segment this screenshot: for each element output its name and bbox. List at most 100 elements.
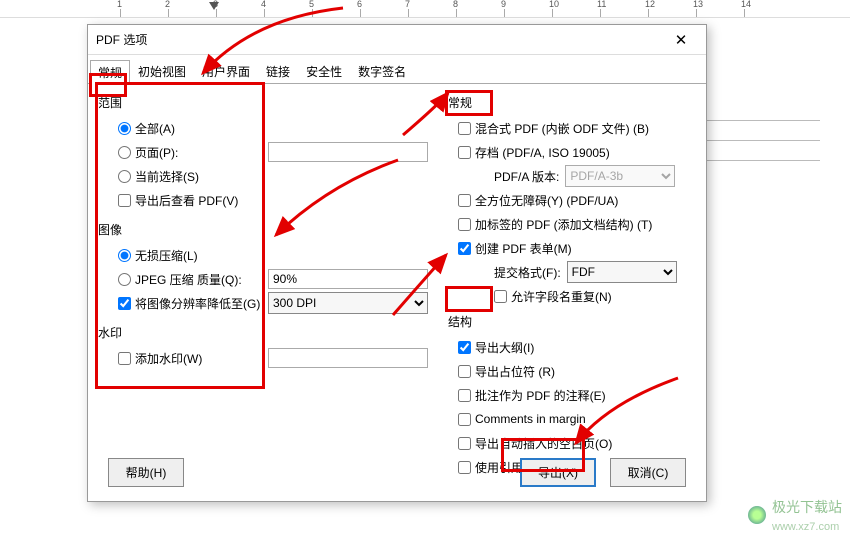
comments-in-margin-label: Comments in margin: [475, 412, 586, 426]
ruler-tick-8: 8: [453, 0, 458, 9]
hybrid-pdf-checkbox[interactable]: [458, 122, 471, 135]
annotations-as-comments-label: 批注作为 PDF 的注释(E): [475, 387, 606, 404]
export-blank-pages-checkbox[interactable]: [458, 437, 471, 450]
ruler: 1 2 3 4 5 6 7 8 9 10 11 12 13 14: [0, 0, 850, 18]
ruler-tab-icon: [209, 2, 219, 10]
ruler-tick-9: 9: [501, 0, 506, 9]
export-blank-pages-option[interactable]: 导出自动插入的空白页(O): [458, 435, 612, 452]
lossless-label: 无损压缩(L): [135, 247, 198, 264]
export-button[interactable]: 导出(X): [520, 458, 596, 487]
jpeg-quality-input[interactable]: [268, 269, 428, 289]
reduce-resolution-label: 将图像分辨率降低至(G): [135, 295, 260, 312]
cancel-button[interactable]: 取消(C): [610, 458, 686, 487]
export-outline-option[interactable]: 导出大纲(I): [458, 339, 534, 356]
create-forms-option[interactable]: 创建 PDF 表单(M): [458, 240, 572, 257]
ruler-tick-5: 5: [309, 0, 314, 9]
watermark-text-input[interactable]: [268, 348, 428, 368]
tab-user-interface[interactable]: 用户界面: [194, 59, 258, 83]
hybrid-pdf-label: 混合式 PDF (内嵌 ODF 文件) (B): [475, 120, 649, 137]
left-column: 范围 全部(A) 页面(P): 当前选择(S): [98, 90, 428, 480]
export-outline-checkbox[interactable]: [458, 341, 471, 354]
range-group-title: 范围: [98, 94, 428, 111]
jpeg-radio[interactable]: [118, 273, 131, 286]
range-all-label: 全部(A): [135, 120, 175, 137]
watermark-group-title: 水印: [98, 324, 428, 341]
ruler-tick-12: 12: [645, 0, 655, 9]
submit-format-select[interactable]: FDF: [567, 261, 677, 283]
jpeg-label: JPEG 压缩 质量(Q):: [135, 271, 242, 288]
export-placeholders-label: 导出占位符 (R): [475, 363, 555, 380]
ruler-tick-2: 2: [165, 0, 170, 9]
archive-pdfa-checkbox[interactable]: [458, 146, 471, 159]
watermark-url: www.xz7.com: [772, 521, 839, 533]
annotations-as-comments-checkbox[interactable]: [458, 389, 471, 402]
ruler-tick-7: 7: [405, 0, 410, 9]
reduce-resolution-option[interactable]: 将图像分辨率降低至(G): [118, 295, 260, 312]
pdfa-version-label: PDF/A 版本:: [494, 168, 559, 185]
tab-links[interactable]: 链接: [258, 59, 298, 83]
range-all-option[interactable]: 全部(A): [118, 120, 175, 137]
ruler-tick-13: 13: [693, 0, 703, 9]
add-watermark-option[interactable]: 添加水印(W): [118, 350, 202, 367]
range-pages-radio[interactable]: [118, 146, 131, 159]
view-after-export-option[interactable]: 导出后查看 PDF(V): [118, 192, 238, 209]
reduce-resolution-checkbox[interactable]: [118, 297, 131, 310]
export-placeholders-option[interactable]: 导出占位符 (R): [458, 363, 555, 380]
duplicate-field-names-label: 允许字段名重复(N): [511, 288, 612, 305]
tabs: 常规 初始视图 用户界面 链接 安全性 数字签名: [88, 59, 706, 84]
tab-digital-signatures[interactable]: 数字签名: [350, 59, 414, 83]
comments-in-margin-option[interactable]: Comments in margin: [458, 412, 586, 426]
add-watermark-label: 添加水印(W): [135, 350, 202, 367]
button-row: 帮助(H) 导出(X) 取消(C): [88, 458, 706, 487]
archive-pdfa-option[interactable]: 存档 (PDF/A, ISO 19005): [458, 144, 610, 161]
pdfa-version-select[interactable]: PDF/A-3b: [565, 165, 675, 187]
ruler-tick-14: 14: [741, 0, 751, 9]
range-all-radio[interactable]: [118, 122, 131, 135]
jpeg-option[interactable]: JPEG 压缩 质量(Q):: [118, 271, 242, 288]
duplicate-field-names-option[interactable]: 允许字段名重复(N): [494, 288, 612, 305]
range-pages-label: 页面(P):: [135, 144, 178, 161]
lossless-option[interactable]: 无损压缩(L): [118, 247, 198, 264]
titlebar: PDF 选项 ✕: [88, 25, 706, 55]
ruler-tick-6: 6: [357, 0, 362, 9]
right-column: 常规 混合式 PDF (内嵌 ODF 文件) (B) 存档 (PDF/A, IS…: [428, 90, 696, 480]
create-forms-checkbox[interactable]: [458, 242, 471, 255]
duplicate-field-names-checkbox[interactable]: [494, 290, 507, 303]
structure-group-title: 结构: [448, 313, 696, 330]
range-selection-option[interactable]: 当前选择(S): [118, 168, 199, 185]
reduce-resolution-select[interactable]: 300 DPI: [268, 292, 428, 314]
close-button[interactable]: ✕: [664, 31, 698, 49]
pdfua-checkbox[interactable]: [458, 194, 471, 207]
general-group-title: 常规: [448, 94, 696, 111]
view-after-export-checkbox[interactable]: [118, 194, 131, 207]
watermark-text: 极光下载站: [772, 499, 842, 515]
tab-general[interactable]: 常规: [90, 60, 130, 84]
help-button[interactable]: 帮助(H): [108, 458, 184, 487]
range-pages-input[interactable]: [268, 142, 428, 162]
pdfua-option[interactable]: 全方位无障碍(Y) (PDF/UA): [458, 192, 618, 209]
hybrid-pdf-option[interactable]: 混合式 PDF (内嵌 ODF 文件) (B): [458, 120, 649, 137]
tagged-pdf-checkbox[interactable]: [458, 218, 471, 231]
watermark-logo-icon: [748, 506, 766, 524]
pdfua-label: 全方位无障碍(Y) (PDF/UA): [475, 192, 618, 209]
tagged-pdf-option[interactable]: 加标签的 PDF (添加文档结构) (T): [458, 216, 652, 233]
tab-initial-view[interactable]: 初始视图: [130, 59, 194, 83]
range-pages-option[interactable]: 页面(P):: [118, 144, 178, 161]
lossless-radio[interactable]: [118, 249, 131, 262]
ruler-tick-10: 10: [549, 0, 559, 9]
export-blank-pages-label: 导出自动插入的空白页(O): [475, 435, 612, 452]
dialog-title: PDF 选项: [96, 31, 664, 48]
range-selection-label: 当前选择(S): [135, 168, 199, 185]
export-placeholders-checkbox[interactable]: [458, 365, 471, 378]
image-group-title: 图像: [98, 221, 428, 238]
create-forms-label: 创建 PDF 表单(M): [475, 240, 572, 257]
view-after-export-label: 导出后查看 PDF(V): [135, 192, 238, 209]
tagged-pdf-label: 加标签的 PDF (添加文档结构) (T): [475, 216, 652, 233]
range-selection-radio[interactable]: [118, 170, 131, 183]
comments-in-margin-checkbox[interactable]: [458, 413, 471, 426]
add-watermark-checkbox[interactable]: [118, 352, 131, 365]
annotations-as-comments-option[interactable]: 批注作为 PDF 的注释(E): [458, 387, 606, 404]
ruler-tick-11: 11: [597, 0, 606, 9]
ruler-tick-4: 4: [261, 0, 266, 9]
tab-security[interactable]: 安全性: [298, 59, 350, 83]
